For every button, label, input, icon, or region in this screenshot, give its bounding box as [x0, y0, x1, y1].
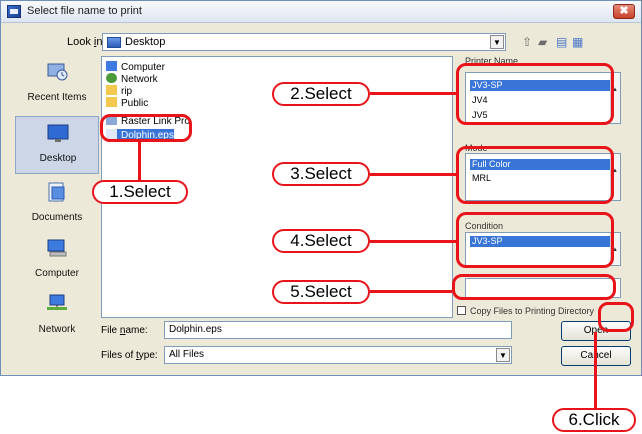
annotation-connector: [370, 173, 456, 176]
annotation-highlight-mode: [456, 146, 614, 204]
look-in-label: Look in:: [67, 36, 106, 48]
copy-files-label: Copy Files to Printing Directory: [470, 306, 595, 316]
annotation-connector: [370, 92, 456, 95]
list-view-icon[interactable]: ▤: [556, 35, 567, 49]
chevron-down-icon[interactable]: ▼: [496, 348, 510, 362]
annotation-label-5: 5.Select: [272, 280, 370, 304]
place-label: Documents: [31, 212, 83, 223]
places-bar: Recent Items Desktop Documents Computer …: [15, 56, 99, 335]
up-folder-icon[interactable]: ⇧: [522, 35, 532, 49]
file-type-label: Files of type:: [101, 350, 158, 361]
copy-files-option[interactable]: Copy Files to Printing Directory: [457, 306, 594, 316]
file-name: rip: [121, 86, 133, 97]
title-bar: Select file name to print ✖: [1, 1, 641, 23]
file-name: Computer: [121, 62, 165, 73]
file-name: Network: [121, 74, 158, 85]
close-button[interactable]: ✖: [613, 4, 635, 19]
network-icon: [46, 294, 68, 314]
annotation-connector: [594, 332, 597, 410]
look-in-combobox[interactable]: Desktop ▼: [102, 33, 506, 51]
place-label: Desktop: [39, 153, 77, 164]
place-label: Recent Items: [27, 92, 87, 103]
documents-icon: [46, 182, 68, 202]
place-computer[interactable]: Computer: [15, 232, 99, 290]
annotation-highlight-file: [100, 114, 192, 142]
look-in-dropdown-icon[interactable]: ▼: [490, 35, 504, 49]
annotation-connector: [138, 142, 141, 180]
annotation-highlight-condition: [456, 212, 614, 268]
place-label: Computer: [35, 268, 79, 279]
list-item[interactable]: Public: [106, 97, 148, 109]
network-icon: [106, 73, 117, 83]
computer-icon: [106, 61, 117, 71]
file-name-input[interactable]: Dolphin.eps: [164, 321, 512, 339]
file-name: Public: [121, 98, 149, 109]
annotation-highlight-output: [452, 274, 616, 300]
computer-icon: [46, 238, 68, 258]
place-documents[interactable]: Documents: [15, 176, 99, 234]
file-type-select[interactable]: All Files ▼: [164, 346, 512, 364]
place-network[interactable]: Network: [15, 288, 99, 346]
desktop-folder-icon: [107, 37, 121, 48]
file-name-label: File name:: [101, 325, 148, 336]
folder-icon: [106, 97, 117, 107]
annotation-connector: [370, 240, 456, 243]
place-desktop[interactable]: Desktop: [15, 116, 99, 174]
annotation-connector: [370, 290, 452, 293]
copy-files-checkbox[interactable]: [457, 306, 466, 315]
annotation-label-4: 4.Select: [272, 229, 370, 253]
recent-items-icon: [46, 62, 68, 82]
place-label: Network: [38, 324, 76, 335]
toolbar: ⇧ ▰ ▤ ▦: [520, 34, 590, 50]
annotation-label-3: 3.Select: [272, 162, 370, 186]
look-in-value: Desktop: [125, 36, 166, 48]
annotation-highlight-printer: [456, 63, 614, 125]
close-icon: ✖: [619, 5, 629, 17]
file-type-value: All Files: [169, 349, 205, 360]
new-folder-icon[interactable]: ▰: [538, 35, 547, 49]
details-view-icon[interactable]: ▦: [572, 35, 583, 49]
window-title: Select file name to print: [27, 5, 142, 17]
list-item[interactable]: Network: [106, 73, 158, 85]
list-item[interactable]: rip: [106, 85, 132, 97]
place-recent-items[interactable]: Recent Items: [15, 56, 99, 114]
annotation-highlight-open: [598, 302, 634, 332]
annotation-label-1: 1.Select: [92, 180, 188, 204]
annotation-label-2: 2.Select: [272, 82, 370, 106]
folder-icon: [106, 85, 117, 95]
app-icon: [7, 5, 21, 18]
annotation-label-6: 6.Click: [552, 408, 636, 432]
list-item[interactable]: Computer: [106, 61, 165, 73]
desktop-icon: [47, 123, 69, 143]
